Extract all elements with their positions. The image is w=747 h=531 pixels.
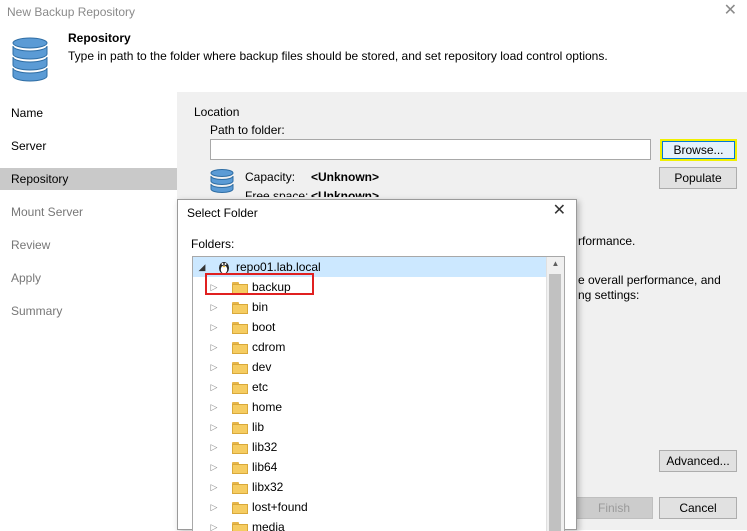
cancel-button[interactable]: Cancel — [659, 497, 737, 519]
folder-row-backup[interactable]: ▷ backup — [193, 277, 548, 297]
step-server[interactable]: Server — [0, 135, 177, 157]
expand-triangle-icon[interactable]: ▷ — [209, 437, 219, 457]
folder-label: etc — [252, 380, 269, 394]
folder-row-lib64[interactable]: ▷ lib64 — [193, 457, 548, 477]
dialog-close-icon[interactable]: ✕ — [553, 203, 566, 219]
advanced-description-text-2: ng settings: — [578, 288, 640, 302]
location-group-label: Location — [194, 105, 240, 119]
folder-row-lost-found[interactable]: ▷ lost+found — [193, 497, 548, 517]
folder-row-cdrom[interactable]: ▷ cdrom — [193, 337, 548, 357]
folder-label: bin — [252, 300, 269, 314]
folder-label: lost+found — [252, 500, 308, 514]
window-title: New Backup Repository — [7, 5, 136, 19]
step-apply[interactable]: Apply — [0, 267, 177, 289]
capacity-value: <Unknown> — [311, 170, 380, 184]
folder-row-etc[interactable]: ▷ etc — [193, 377, 548, 397]
close-icon[interactable]: ✕ — [724, 3, 737, 19]
expand-triangle-icon[interactable]: ▷ — [209, 337, 219, 357]
folder-row-lib32[interactable]: ▷ lib32 — [193, 437, 548, 457]
folder-icon — [232, 462, 248, 474]
folder-row-libx32[interactable]: ▷ libx32 — [193, 477, 548, 497]
folder-label: dev — [252, 360, 272, 374]
page-title: Repository — [68, 31, 131, 45]
finish-button[interactable]: Finish — [575, 497, 653, 519]
folder-label: lib64 — [252, 460, 278, 474]
expand-triangle-icon[interactable]: ▷ — [209, 457, 219, 477]
folder-row-home[interactable]: ▷ home — [193, 397, 548, 417]
folder-label: media — [252, 520, 285, 531]
folder-row-media[interactable]: ▷ media — [193, 517, 548, 531]
wizard-steps: Name Server Repository Mount Server Revi… — [0, 92, 177, 530]
scroll-up-icon[interactable]: ▲ — [547, 259, 564, 268]
folder-label: cdrom — [252, 340, 286, 354]
folder-icon — [232, 402, 248, 414]
select-folder-dialog: Select Folder ✕ Folders: ◢ repo01.lab.lo… — [177, 199, 577, 531]
folder-label: libx32 — [252, 480, 284, 494]
load-control-text: rformance. — [578, 234, 636, 248]
folder-tree[interactable]: ◢ repo01.lab.local ▷ backup ▷ bin ▷ boot… — [192, 256, 565, 531]
expand-triangle-icon[interactable]: ▷ — [209, 417, 219, 437]
folder-icon — [232, 422, 248, 434]
capacity-label: Capacity: — [245, 170, 296, 184]
folder-icon — [232, 282, 248, 294]
expand-triangle-icon[interactable]: ▷ — [209, 477, 219, 497]
folder-row-dev[interactable]: ▷ dev — [193, 357, 548, 377]
window-titlebar: New Backup Repository ✕ — [0, 0, 747, 24]
folder-label: home — [252, 400, 283, 414]
collapse-triangle-icon[interactable]: ◢ — [197, 257, 207, 277]
step-repository[interactable]: Repository — [0, 168, 177, 190]
expand-triangle-icon[interactable]: ▷ — [209, 317, 219, 337]
folder-row-bin[interactable]: ▷ bin — [193, 297, 548, 317]
folder-icon — [232, 442, 248, 454]
step-mount-server[interactable]: Mount Server — [0, 201, 177, 223]
expand-triangle-icon[interactable]: ▷ — [209, 497, 219, 517]
step-review[interactable]: Review — [0, 234, 177, 256]
linux-server-icon — [218, 262, 230, 275]
advanced-description-text: e overall performance, and — [578, 273, 721, 287]
step-name[interactable]: Name — [0, 102, 177, 124]
folder-label: backup — [252, 280, 291, 294]
populate-button[interactable]: Populate — [659, 167, 737, 189]
step-summary[interactable]: Summary — [0, 300, 177, 322]
folder-icon — [232, 502, 248, 514]
folder-icon — [232, 322, 248, 334]
advanced-button[interactable]: Advanced... — [659, 450, 737, 472]
folders-label: Folders: — [191, 237, 235, 251]
expand-triangle-icon[interactable]: ▷ — [209, 277, 219, 297]
database-icon — [12, 37, 48, 82]
browse-button[interactable]: Browse... — [660, 139, 737, 161]
tree-root-row[interactable]: ◢ repo01.lab.local — [193, 257, 548, 277]
expand-triangle-icon[interactable]: ▷ — [209, 297, 219, 317]
page-description: Type in path to the folder where backup … — [68, 49, 608, 63]
folder-row-lib[interactable]: ▷ lib — [193, 417, 548, 437]
dialog-title: Select Folder — [187, 206, 258, 220]
folder-icon — [232, 302, 248, 314]
folder-icon — [232, 482, 248, 494]
tree-scrollbar[interactable]: ▲ — [546, 257, 564, 531]
folder-label: boot — [252, 320, 276, 334]
capacity-database-icon — [210, 169, 234, 193]
path-input[interactable] — [210, 139, 651, 160]
expand-triangle-icon[interactable]: ▷ — [209, 357, 219, 377]
expand-triangle-icon[interactable]: ▷ — [209, 517, 219, 531]
folder-row-boot[interactable]: ▷ boot — [193, 317, 548, 337]
folder-label: lib — [252, 420, 265, 434]
tree-root-label: repo01.lab.local — [236, 260, 321, 274]
browse-button-label: Browse... — [662, 141, 735, 159]
folder-label: lib32 — [252, 440, 278, 454]
folder-icon — [232, 362, 248, 374]
expand-triangle-icon[interactable]: ▷ — [209, 397, 219, 417]
scrollbar-thumb[interactable] — [549, 274, 561, 531]
folder-icon — [232, 342, 248, 354]
wizard-header: Repository Type in path to the folder wh… — [0, 24, 747, 92]
expand-triangle-icon[interactable]: ▷ — [209, 377, 219, 397]
folder-icon — [232, 382, 248, 394]
path-label: Path to folder: — [210, 123, 285, 137]
